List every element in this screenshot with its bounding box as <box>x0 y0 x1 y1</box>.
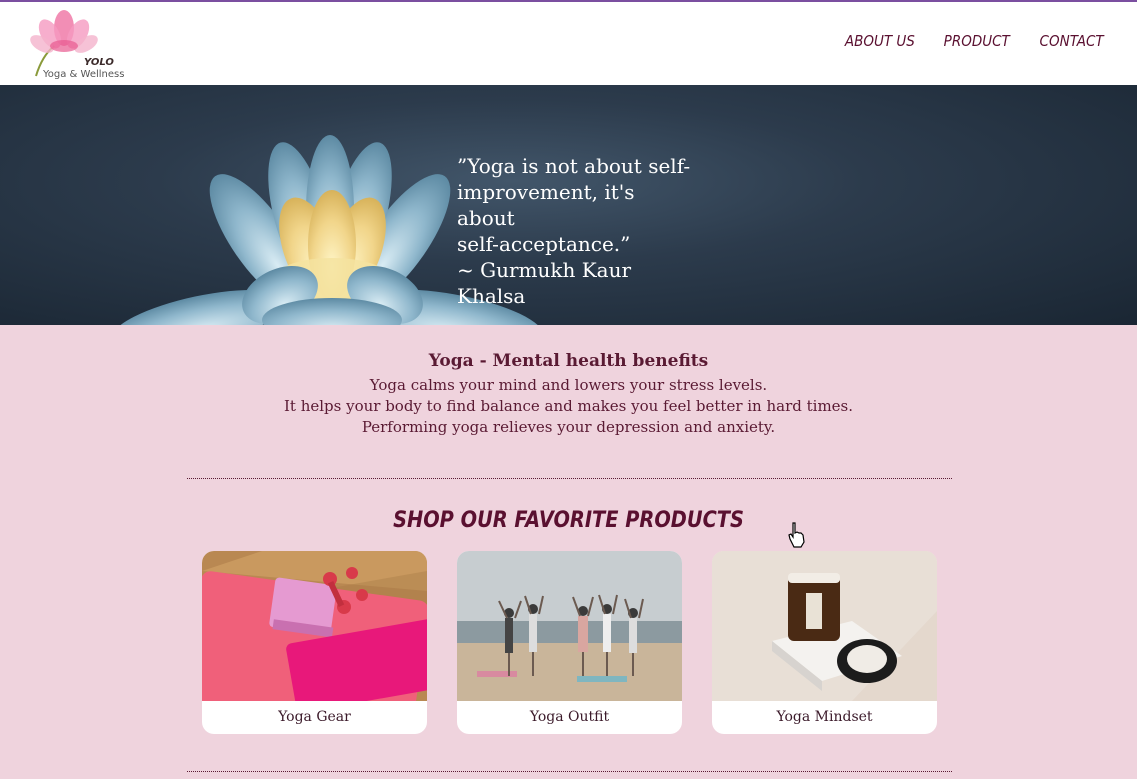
product-card-mindset[interactable]: Yoga Mindset <box>712 551 937 734</box>
benefits-line: Performing yoga relieves your depression… <box>361 418 776 436</box>
yoga-mindset-image[interactable] <box>712 551 937 701</box>
main-nav: ABOUT US PRODUCT CONTACT <box>841 32 1107 50</box>
product-label[interactable]: Yoga Gear <box>202 701 427 734</box>
nav-about-us[interactable]: ABOUT US <box>844 32 914 50</box>
product-cards: Yoga Gear Yoga Outfit Yoga Mindset <box>202 551 937 734</box>
quote-author: ~ Gurmukh Kaur Khalsa <box>457 258 632 308</box>
product-label[interactable]: Yoga Mindset <box>712 701 937 734</box>
hero-banner: ”Yoga is not about self- improvement, it… <box>0 85 1137 325</box>
yoga-outfit-image[interactable] <box>457 551 682 701</box>
quote-line: self-acceptance.” <box>457 232 631 256</box>
benefits-title: Yoga - Mental health benefits <box>428 351 709 371</box>
logo-tagline: Yoga & Wellness <box>43 69 125 80</box>
product-label[interactable]: Yoga Outfit <box>457 701 682 734</box>
benefits-line: Yoga calms your mind and lowers your str… <box>369 376 768 394</box>
product-card-outfit[interactable]: Yoga Outfit <box>457 551 682 734</box>
hand-cursor-icon <box>788 522 805 548</box>
section-divider <box>187 478 952 479</box>
logo[interactable]: YOLO Yoga & Wellness <box>24 6 128 82</box>
product-card-gear[interactable]: Yoga Gear <box>202 551 427 734</box>
nav-contact[interactable]: CONTACT <box>1039 32 1103 50</box>
nav-product[interactable]: PRODUCT <box>944 32 1010 50</box>
yoga-gear-image[interactable] <box>202 551 427 701</box>
section-divider <box>187 771 952 772</box>
quote-line: improvement, it's about <box>457 180 635 230</box>
benefits-line: It helps your body to find balance and m… <box>283 397 854 415</box>
shop-title: SHOP OUR FAVORITE PRODUCTS <box>393 508 744 533</box>
quote-line: ”Yoga is not about self- <box>457 154 691 178</box>
site-header: YOLO Yoga & Wellness ABOUT US PRODUCT CO… <box>0 2 1137 85</box>
logo-name: YOLO <box>84 57 114 68</box>
hero-quote: ”Yoga is not about self- improvement, it… <box>457 153 697 309</box>
benefits-section: Yoga - Mental health benefits Yoga calms… <box>0 351 1137 438</box>
